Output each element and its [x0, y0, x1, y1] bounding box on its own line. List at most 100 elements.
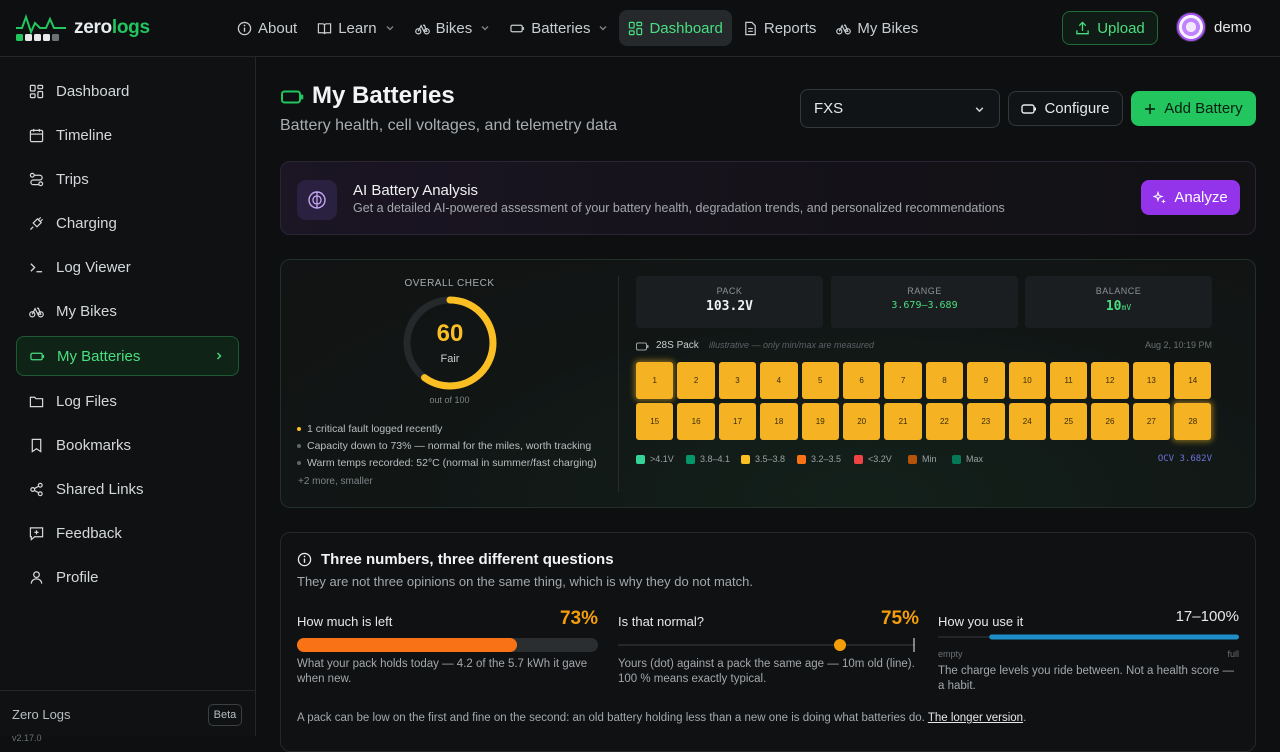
metric-value: 73% — [559, 608, 598, 629]
battery-cell[interactable]: 6 — [842, 362, 881, 399]
battery-cell[interactable]: 19 — [801, 403, 839, 440]
add-battery-label: Add Battery — [1164, 100, 1243, 117]
nav-about-label: About — [258, 19, 298, 37]
legend-item: Min — [908, 454, 937, 464]
book-icon — [318, 22, 332, 34]
nav-batteries-label: Batteries — [531, 19, 591, 37]
battery-cell[interactable]: 24 — [1008, 403, 1046, 440]
stat-balance: BALANCE 10mV — [1025, 276, 1212, 328]
battery-cell[interactable]: 4 — [760, 362, 798, 399]
nav-bikes[interactable]: Bikes — [406, 10, 500, 46]
sidebar-item-label: Feedback — [56, 524, 122, 542]
nav-dashboard[interactable]: Dashboard — [619, 10, 732, 46]
nav-learn[interactable]: Learn — [308, 10, 403, 46]
battery-cell[interactable]: 15 — [636, 403, 674, 440]
share-icon — [30, 482, 43, 496]
legend-swatch — [908, 454, 917, 464]
legend-item: 3.2–3.5 — [797, 454, 841, 464]
sidebar-item-feedback[interactable]: Feedback — [16, 513, 239, 553]
battery-cell[interactable]: 9 — [967, 362, 1005, 399]
sidebar-item-log-viewer[interactable]: Log Viewer — [16, 247, 239, 287]
battery-cell[interactable]: 14 — [1174, 362, 1212, 399]
sidebar-item-label: Trips — [56, 170, 89, 188]
battery-select[interactable]: FXS — [800, 89, 1000, 128]
upload-button[interactable]: Upload — [1062, 11, 1158, 45]
logo[interactable]: zerologs — [16, 14, 150, 42]
battery-cell[interactable]: 28 — [1174, 403, 1212, 440]
sidebar-item-shared-links[interactable]: Shared Links — [16, 469, 239, 509]
battery-cell[interactable]: 17 — [718, 403, 757, 440]
health-note-text: 1 critical fault logged recently — [307, 423, 443, 435]
legend-label: 3.2–3.5 — [811, 454, 842, 464]
battery-cell[interactable]: 1 — [636, 362, 674, 399]
metric-heading: How much is left — [297, 614, 393, 629]
battery-icon — [636, 342, 649, 351]
health-rating: Fair — [440, 353, 460, 365]
battery-cell[interactable]: 13 — [1132, 362, 1171, 399]
cell-legend: OCV 3.682V >4.1V 3.8–4.1 3.5–3.8 3.2–3.5 <3.… — [636, 454, 1212, 466]
pack-note: illustrative — only min/max are measured — [709, 340, 875, 350]
nav-learn-label: Learn — [338, 19, 377, 37]
sidebar-item-timeline[interactable]: Timeline — [16, 115, 239, 155]
battery-cell[interactable]: 11 — [1049, 362, 1088, 399]
battery-cell[interactable]: 16 — [677, 403, 715, 440]
sidebar-item-log-files[interactable]: Log Files — [16, 381, 239, 421]
metric-description: What your pack holds today — 4.2 of the … — [297, 658, 588, 685]
battery-cell[interactable]: 8 — [925, 362, 964, 399]
metric-value: 75% — [880, 608, 919, 629]
sidebar-item-my-batteries[interactable]: My Batteries — [16, 336, 239, 376]
legend-swatch — [686, 454, 695, 464]
longer-version-link[interactable]: The longer version — [928, 712, 1023, 724]
configure-button[interactable]: Configure — [1008, 91, 1123, 126]
sidebar-item-my-bikes[interactable]: My Bikes — [16, 291, 239, 331]
battery-cell[interactable]: 3 — [718, 362, 757, 399]
avatar — [1176, 12, 1206, 42]
battery-cell[interactable]: 26 — [1091, 403, 1129, 440]
battery-cell[interactable]: 25 — [1049, 403, 1088, 440]
sidebar-item-dashboard[interactable]: Dashboard — [16, 71, 239, 111]
analyze-label: Analyze — [1174, 189, 1228, 206]
capacity-bar — [297, 638, 598, 652]
nav-batteries[interactable]: Batteries — [501, 10, 617, 46]
nav-about[interactable]: About — [228, 10, 306, 46]
legend-item: <3.2V — [854, 454, 892, 464]
legend-label: Max — [966, 454, 984, 464]
usage-range-track — [938, 634, 1239, 640]
sidebar-item-bookmarks[interactable]: Bookmarks — [16, 425, 239, 465]
battery-cell[interactable]: 22 — [925, 403, 964, 440]
route-icon — [29, 172, 44, 186]
legend-item: Max — [952, 454, 983, 464]
stat-value: 10mV — [1025, 299, 1212, 314]
health-note: Warm temps recorded: 52°C (normal in sum… — [297, 457, 617, 474]
battery-cell[interactable]: 20 — [842, 403, 881, 440]
battery-cell[interactable]: 23 — [967, 403, 1005, 440]
nav-my-bikes[interactable]: My Bikes — [827, 10, 927, 46]
sidebar-item-charging[interactable]: Charging — [16, 203, 239, 243]
battery-cell[interactable]: 18 — [760, 403, 798, 440]
battery-cell[interactable]: 21 — [884, 403, 922, 440]
document-icon — [745, 21, 756, 35]
pack-label: 28S Pack — [656, 340, 699, 351]
health-more-link[interactable]: +2 more, smaller — [297, 476, 617, 487]
legend-item: 3.8–4.1 — [686, 454, 730, 464]
sidebar-item-trips[interactable]: Trips — [16, 159, 239, 199]
page-title: My Batteries — [312, 82, 455, 109]
sidebar-item-profile[interactable]: Profile — [16, 557, 239, 597]
analyze-button[interactable]: Analyze — [1141, 180, 1240, 215]
add-battery-button[interactable]: Add Battery — [1131, 91, 1256, 126]
battery-cell[interactable]: 7 — [884, 362, 922, 399]
nav-reports[interactable]: Reports — [734, 10, 826, 46]
sidebar: Dashboard Timeline Trips Charging Log Vi… — [0, 57, 256, 743]
battery-cell[interactable]: 12 — [1091, 362, 1129, 399]
battery-cell[interactable]: 5 — [801, 362, 839, 399]
sidebar-item-label: Bookmarks — [56, 436, 132, 454]
user-menu[interactable]: demo — [1176, 12, 1252, 42]
battery-cell[interactable]: 10 — [1008, 362, 1046, 399]
user-icon — [30, 570, 43, 584]
battery-cell[interactable]: 27 — [1132, 403, 1171, 440]
bike-icon — [836, 23, 852, 34]
legend-label: <3.2V — [868, 454, 892, 464]
legend-swatch — [797, 454, 806, 464]
battery-cell[interactable]: 2 — [677, 362, 715, 399]
your-pack-dot — [834, 639, 846, 651]
